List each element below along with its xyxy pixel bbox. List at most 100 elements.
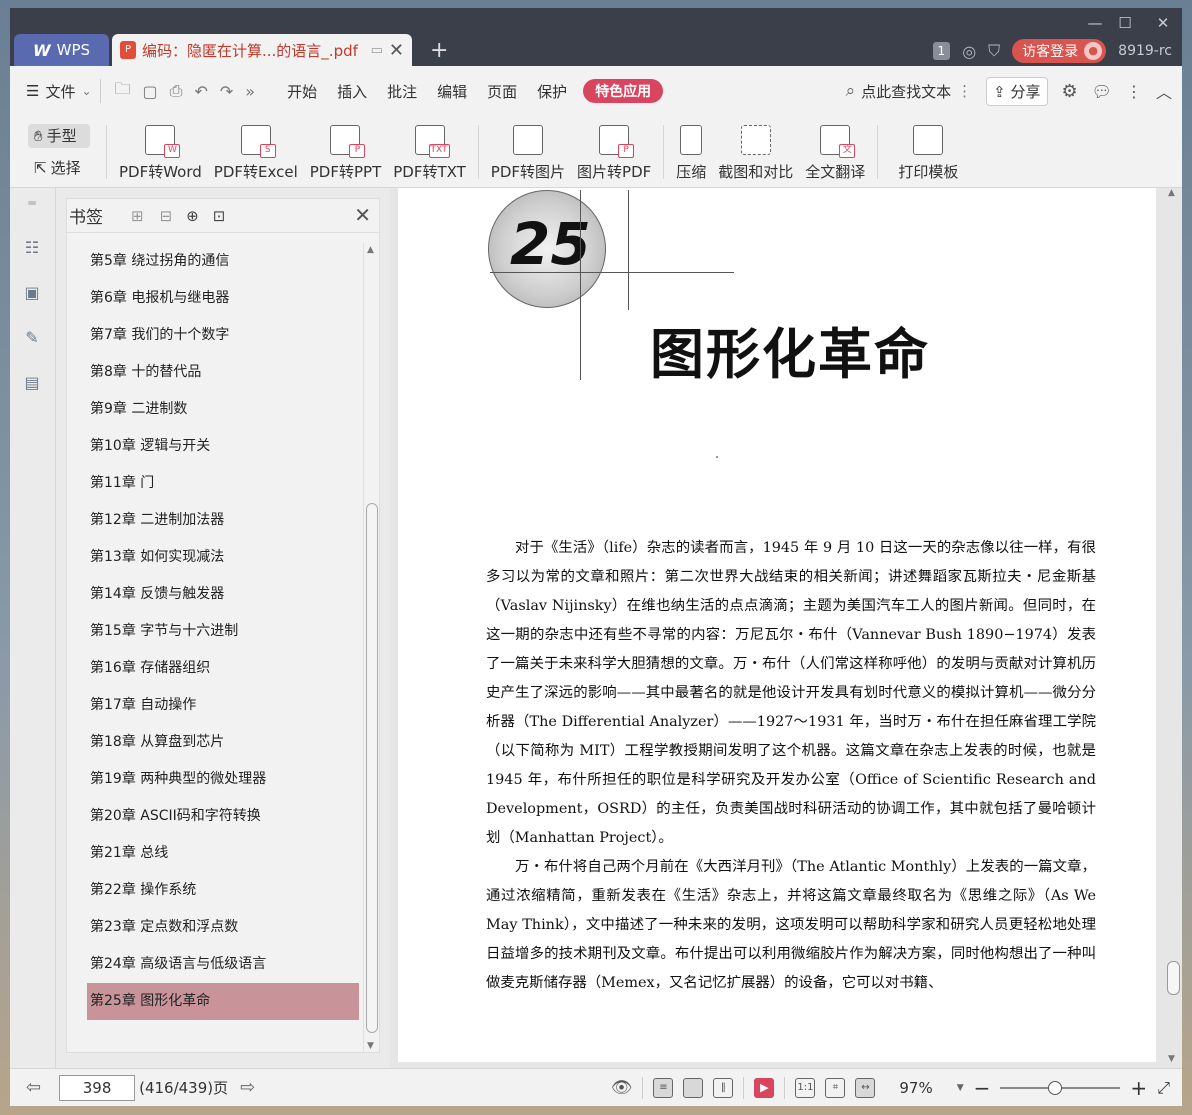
document-scroll-thumb[interactable]: [1167, 961, 1180, 995]
scroll-up-icon[interactable]: ▲: [367, 245, 374, 255]
bookmark-item[interactable]: 第22章 操作系统: [87, 872, 359, 909]
document-viewer[interactable]: 25 图形化革命 对于《生活》（life）杂志的读者而言，1945 年 9 月 …: [390, 188, 1182, 1068]
tab-wps-home[interactable]: W WPS: [14, 34, 109, 66]
close-tab-icon[interactable]: ✕: [389, 40, 404, 61]
zoom-dropdown-icon[interactable]: ▼: [957, 1083, 964, 1093]
fit-page-icon[interactable]: ⌗: [825, 1078, 846, 1098]
minimize-button[interactable]: —: [1082, 12, 1108, 34]
scroll-down-icon[interactable]: ▼: [1168, 1054, 1175, 1064]
pdf-to-excel-button[interactable]: S PDF转Excel: [208, 122, 304, 182]
more-vertical-icon[interactable]: ⋮: [957, 82, 972, 100]
close-window-button[interactable]: ✕: [1150, 12, 1176, 34]
bookmark-item[interactable]: 第17章 自动操作: [87, 687, 359, 724]
prev-page-icon[interactable]: ⇦: [10, 1077, 53, 1098]
play-icon[interactable]: ▶: [754, 1078, 775, 1098]
zoom-level[interactable]: 97%: [899, 1079, 932, 1097]
annotation-icon[interactable]: ✎: [22, 328, 42, 348]
thumbnail-list-icon[interactable]: ☷: [22, 238, 42, 258]
translate-button[interactable]: 文全文翻译: [799, 122, 871, 182]
bookmark-item[interactable]: 第11章 门: [87, 465, 359, 502]
bookmark-item[interactable]: 第8章 十的替代品: [87, 354, 359, 391]
bookmark-item[interactable]: 第20章 ASCII码和字符转换: [87, 798, 359, 835]
chat-icon[interactable]: 💬︎: [1092, 82, 1112, 101]
pdf-to-word-button[interactable]: W PDF转Word: [113, 122, 208, 182]
single-page-icon[interactable]: [683, 1078, 704, 1098]
add-bookmark-icon[interactable]: ⊕: [186, 207, 199, 225]
gear-icon[interactable]: ⚙: [1062, 81, 1078, 102]
pdf-to-ppt-button[interactable]: P PDF转PPT: [304, 122, 387, 182]
bookmark-item[interactable]: 第5章 绕过拐角的通信: [87, 243, 359, 280]
bookmark-item[interactable]: 第12章 二进制加法器: [87, 502, 359, 539]
menu-insert[interactable]: 插入: [327, 81, 377, 102]
actual-size-icon[interactable]: 1:1: [795, 1078, 816, 1098]
print-template-button[interactable]: 打印模板: [892, 122, 964, 182]
redo-icon[interactable]: ↷: [214, 82, 239, 101]
bookmark-settings-icon[interactable]: ⊡: [213, 207, 226, 225]
select-mode-button[interactable]: ⇱ 选择: [28, 156, 100, 180]
bookmark-item[interactable]: 第15章 字节与十六进制: [87, 613, 359, 650]
expand-all-icon[interactable]: ⊞: [131, 207, 144, 225]
save-icon[interactable]: ▢: [137, 82, 164, 101]
share-button[interactable]: ⇪ 分享: [986, 76, 1048, 106]
menu-start[interactable]: 开始: [277, 81, 327, 102]
skin-icon[interactable]: ◎: [962, 42, 976, 61]
zoom-out-icon[interactable]: −: [974, 1076, 991, 1100]
hand-mode-button[interactable]: ✋︎ 手型: [28, 123, 90, 148]
next-page-icon[interactable]: ⇨: [228, 1077, 267, 1098]
find-text[interactable]: ⌕ 点此查找文本 ⋮: [846, 81, 973, 102]
more-options-icon[interactable]: ⋮: [1126, 82, 1142, 101]
screenshot-compare-button[interactable]: 截图和对比: [712, 122, 799, 182]
menu-page[interactable]: 页面: [477, 81, 527, 102]
image-panel-icon[interactable]: ▣: [22, 283, 42, 303]
menu-comment[interactable]: 批注: [377, 81, 427, 102]
menu-protect[interactable]: 保护: [527, 81, 577, 102]
bookmark-item[interactable]: 第24章 高级语言与低级语言: [87, 946, 359, 983]
bookmark-scroll-thumb[interactable]: [366, 503, 378, 1033]
close-panel-icon[interactable]: ✕: [354, 203, 371, 227]
fit-width-icon[interactable]: ↔: [855, 1078, 876, 1098]
bookmark-item[interactable]: 第7章 我们的十个数字: [87, 317, 359, 354]
menu-special-apps[interactable]: 特色应用: [583, 79, 664, 103]
more-chevron-icon[interactable]: »: [239, 82, 261, 101]
continuous-view-icon[interactable]: ≡: [653, 1078, 674, 1098]
new-tab-button[interactable]: +: [430, 38, 448, 63]
monitor-icon[interactable]: ▭: [371, 43, 383, 58]
eye-icon[interactable]: 👁︎: [611, 1078, 633, 1098]
pdf-to-image-button[interactable]: PDF转图片: [485, 122, 571, 182]
maximize-button[interactable]: ☐: [1112, 12, 1138, 34]
scroll-down-icon[interactable]: ▼: [367, 1041, 374, 1051]
fullscreen-icon[interactable]: ⤢: [1157, 1078, 1170, 1098]
file-menu[interactable]: ☰ 文件 ⌄: [10, 81, 92, 102]
scroll-up-icon[interactable]: ▲: [1168, 188, 1175, 198]
pdf-to-txt-button[interactable]: TXT PDF转TXT: [387, 122, 472, 182]
image-to-pdf-button[interactable]: P 图片转PDF: [571, 122, 657, 182]
document-scrollbar[interactable]: ▲ ▼: [1164, 188, 1182, 1068]
attachment-icon[interactable]: ▤: [22, 373, 42, 393]
bookmark-scrollbar[interactable]: ▲ ▼: [363, 243, 379, 1053]
collapse-ribbon-icon[interactable]: ︿: [1156, 79, 1172, 103]
zoom-slider-knob[interactable]: [1048, 1081, 1063, 1095]
bookmark-item[interactable]: 第14章 反馈与触发器: [87, 576, 359, 613]
bookmark-item[interactable]: 第18章 从算盘到芯片: [87, 724, 359, 761]
undo-icon[interactable]: ↶: [188, 82, 213, 101]
open-folder-icon[interactable]: 🗀: [109, 78, 137, 105]
bookmark-item[interactable]: 第23章 定点数和浮点数: [87, 909, 359, 946]
bookmark-item[interactable]: 第19章 两种典型的微处理器: [87, 761, 359, 798]
window-count-badge[interactable]: 1: [932, 42, 951, 60]
zoom-slider[interactable]: [1000, 1081, 1121, 1095]
bookmark-item[interactable]: 第9章 二进制数: [87, 391, 359, 428]
bookmark-item[interactable]: 第13章 如何实现减法: [87, 539, 359, 576]
tab-document[interactable]: P 编码：隐匿在计算...的语言_.pdf ▭ ✕: [112, 34, 412, 66]
bookmark-item[interactable]: 第10章 逻辑与开关: [87, 428, 359, 465]
guest-login-button[interactable]: 访客登录 ●: [1012, 39, 1107, 63]
bookmark-item[interactable]: 第21章 总线: [87, 835, 359, 872]
zoom-in-icon[interactable]: +: [1130, 1076, 1147, 1100]
menu-edit[interactable]: 编辑: [427, 81, 477, 102]
bookmark-item[interactable]: 第16章 存储器组织: [87, 650, 359, 687]
print-icon[interactable]: ⎙: [164, 81, 189, 101]
page-number-input[interactable]: 398: [59, 1074, 136, 1101]
shirt-icon[interactable]: ⛉: [988, 41, 1000, 61]
bookmark-item[interactable]: 第25章 图形化革命: [87, 983, 359, 1020]
two-page-icon[interactable]: ‖: [713, 1078, 734, 1098]
bookmark-item[interactable]: 第6章 电报机与继电器: [87, 280, 359, 317]
